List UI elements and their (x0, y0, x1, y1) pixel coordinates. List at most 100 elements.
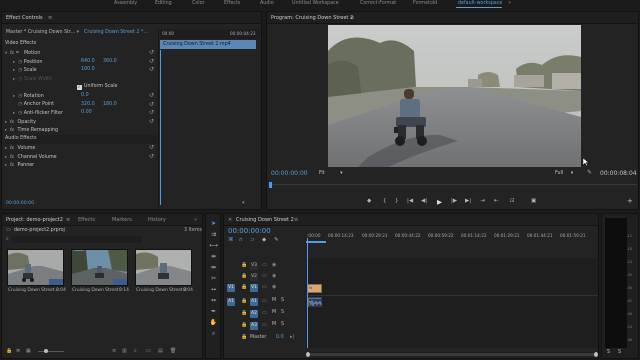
fx-opacity-row[interactable]: ▸ fx Opacity ↺ (5, 118, 157, 127)
reset-icon[interactable]: ↺ (149, 66, 154, 75)
mute-button[interactable]: M (272, 310, 276, 315)
sync-lock-icon[interactable]: ▭ (262, 310, 267, 316)
workspace-tab-correct-format[interactable]: Correct-Format (360, 1, 396, 6)
timeline-timecode[interactable]: 00:00:00:00 (228, 227, 271, 235)
sequence-selector[interactable]: Cruising Down Street 2 *... (84, 30, 148, 35)
lift-icon[interactable]: ⇥ (480, 198, 485, 204)
find-icon[interactable]: ⌕ (134, 348, 137, 354)
workspace-tab-effects[interactable]: Effects (224, 1, 240, 6)
fx-time-remapping-row[interactable]: ▸ fx Time Remapping (5, 126, 157, 135)
search-icon[interactable]: ⌕ (6, 236, 9, 242)
clip-thumbnail-1[interactable] (7, 249, 64, 286)
lock-icon[interactable]: 🔒 (241, 298, 247, 304)
zoom-tool-icon[interactable]: ⌕ (208, 328, 219, 339)
program-monitor-title[interactable]: Program: Cruising Down Street 2 (271, 15, 353, 21)
scrollbar-handle-left[interactable] (306, 352, 310, 357)
nest-icon[interactable]: ⌘ (228, 237, 234, 243)
go-to-in-icon[interactable]: |◀ (407, 198, 413, 204)
hand-tool-icon[interactable]: ✋ (208, 317, 219, 328)
timeline-menu-icon[interactable]: ≡ (294, 217, 298, 223)
fx-badge-icon[interactable]: fx (10, 153, 16, 162)
solo-button[interactable]: S (281, 310, 284, 315)
search-input[interactable] (12, 236, 142, 243)
track-label[interactable]: V2 (250, 273, 258, 281)
antiflicker-value[interactable]: 0.00 (81, 109, 92, 118)
scrubber-playhead[interactable] (269, 182, 272, 188)
mute-button[interactable]: M (272, 322, 276, 327)
list-view-icon[interactable]: ≣ (16, 348, 20, 354)
stopwatch-icon[interactable]: ◷ (18, 60, 22, 65)
mark-in-icon[interactable]: { (383, 198, 387, 204)
automate-icon[interactable]: ▥ (122, 348, 127, 354)
track-label[interactable]: V1 (250, 284, 258, 292)
lock-icon[interactable]: 🔒 (241, 322, 247, 328)
workspace-tab-untitled[interactable]: Untitled Workspace (292, 1, 339, 6)
mark-out-icon[interactable]: } (395, 198, 399, 204)
reset-icon[interactable]: ↺ (149, 109, 154, 118)
timeline-scrollbar[interactable] (306, 352, 598, 357)
workspace-tab-formetold[interactable]: Formetold (413, 1, 437, 6)
close-sequence-icon[interactable]: ✕ (228, 217, 232, 223)
fx-volume-row[interactable]: ▸ fx Volume ↺ (5, 144, 157, 153)
clip-thumbnail-2[interactable] (71, 249, 128, 286)
timeline-work-area-bar[interactable] (306, 241, 326, 243)
source-patch-v1[interactable]: V1 (227, 284, 235, 292)
reset-icon[interactable]: ↺ (149, 118, 154, 127)
add-marker-icon[interactable]: ◆ (367, 198, 371, 204)
position-y-value[interactable]: 360.0 (103, 58, 117, 67)
reset-icon[interactable]: ↺ (149, 58, 154, 67)
solo-button[interactable]: S (281, 298, 284, 303)
sync-lock-icon[interactable]: ▭ (262, 298, 267, 304)
program-timecode[interactable]: 00:00:00:00 (271, 170, 308, 177)
button-editor-add-icon[interactable]: + (627, 197, 633, 205)
ec-playhead[interactable] (160, 50, 161, 205)
project-menu-icon[interactable]: ≡ (66, 217, 70, 223)
effect-controls-menu-icon[interactable]: ≡ (48, 15, 52, 21)
camera-icon[interactable]: ▣ (531, 198, 536, 204)
program-menu-icon[interactable]: ≡ (350, 15, 354, 21)
tab-history[interactable]: History (148, 217, 166, 223)
go-to-out-icon[interactable]: ▸| (290, 334, 294, 340)
fx-panner-row[interactable]: ▸ fx Panner (5, 161, 157, 170)
razor-tool-icon[interactable]: ✂ (208, 273, 219, 284)
slip-tool-icon[interactable]: ↔ (208, 284, 219, 295)
program-scrubber[interactable] (269, 182, 637, 188)
tab-sequence[interactable]: Cruising Down Street 2 (236, 217, 294, 223)
sync-lock-icon[interactable]: ▭ (262, 262, 267, 268)
eye-icon[interactable]: ◉ (272, 262, 276, 268)
track-label[interactable]: V3 (250, 262, 258, 270)
reset-icon[interactable]: ↺ (149, 144, 154, 153)
tab-effects[interactable]: Effects (78, 217, 95, 223)
sync-lock-icon[interactable]: ▭ (262, 273, 267, 279)
fx-motion-row[interactable]: ▾ fx ⌗ Motion ↺ (5, 49, 157, 58)
fx-badge-icon[interactable]: fx (10, 161, 16, 170)
ripple-edit-tool-icon[interactable]: ⟷ (208, 240, 219, 251)
ec-footer-timecode[interactable]: 00:00:00:00 (6, 201, 34, 206)
lock-icon[interactable]: 🔒 (241, 334, 247, 340)
workspace-tab-audio[interactable]: Audio (260, 1, 274, 6)
reset-icon[interactable]: ↺ (149, 92, 154, 101)
track-label[interactable]: A3 (250, 322, 258, 330)
quality-dropdown[interactable]: Full ▾ (555, 171, 573, 176)
add-marker-icon[interactable]: ◆ (262, 237, 266, 243)
stopwatch-icon[interactable]: ◷ (18, 111, 22, 116)
slide-tool-icon[interactable]: ⇔ (208, 295, 219, 306)
tab-markers[interactable]: Markers (112, 217, 132, 223)
scrollbar-handle-right[interactable] (594, 352, 598, 357)
tab-project[interactable]: Project: demo-project2 (6, 217, 63, 223)
zoom-slider[interactable] (38, 351, 64, 352)
anchor-x-value[interactable]: 320.0 (81, 101, 95, 110)
track-label[interactable]: A2 (250, 310, 258, 318)
tab-effect-controls[interactable]: Effect Controls (6, 15, 43, 21)
snap-icon[interactable]: ∩ (239, 237, 243, 243)
settings-wrench-icon[interactable]: ✎ (587, 169, 592, 176)
workspace-tab-editing[interactable]: Editing (155, 1, 172, 6)
sync-lock-icon[interactable]: ▭ (262, 322, 267, 328)
ec-clip-bar[interactable]: Cruising Down Street 2.mp4 (160, 40, 256, 49)
uniform-scale-checkbox[interactable]: ✓ (77, 85, 82, 90)
anchor-y-value[interactable]: 180.0 (103, 101, 117, 110)
eye-icon[interactable]: ◉ (272, 284, 276, 290)
track-area[interactable]: fx (306, 238, 598, 348)
sort-icon[interactable]: ≡ (112, 348, 116, 354)
delete-icon[interactable]: 🗑 (170, 348, 176, 354)
